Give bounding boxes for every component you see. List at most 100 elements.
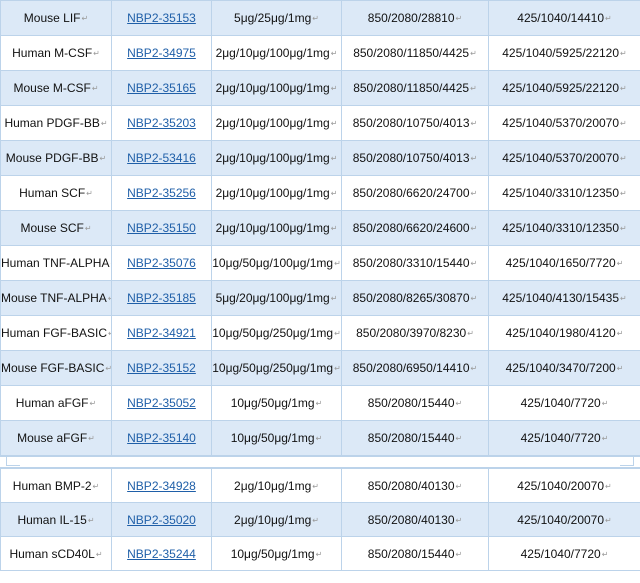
pack-sizes-cell: 5μg/20μg/100μg/1mg↵ (211, 280, 342, 316)
table-row: Human M-CSF↵ NBP2-34975 2μg/10μg/100μg/1mg… (0, 35, 640, 71)
catalog-number-link[interactable]: NBP2-34928 (127, 479, 196, 493)
paragraph-mark-icon: ↵ (99, 154, 107, 163)
discount-price-cell: 425/1040/7720↵ (488, 536, 640, 571)
paragraph-mark-icon: ↵ (620, 294, 627, 303)
catalog-number-link[interactable]: NBP2-35150 (127, 221, 196, 235)
catalog-number-link[interactable]: NBP2-34921 (127, 326, 196, 340)
list-price-cell: 850/2080/28810↵ (341, 0, 489, 36)
table-row: Human TNF-ALPHA↵NBP2-3507610μg/50μg/100μ… (0, 245, 640, 281)
product-name-text: Mouse M-CSF (13, 81, 91, 95)
catalog-number-link[interactable]: NBP2-53416 (127, 151, 196, 165)
list-price-cell: 850/2080/15440↵ (341, 536, 489, 571)
discount-price-cell: 425/1040/20070↵ (488, 468, 640, 503)
list-price-cell: 850/2080/6620/24700↵ (341, 175, 489, 211)
paragraph-mark-icon: ↵ (455, 14, 463, 23)
pack-sizes-cell: 2μg/10μg/100μg/1mg↵ (211, 105, 342, 141)
paragraph-mark-icon: ↵ (312, 515, 319, 525)
list-price-cell: 850/2080/3310/15440↵ (341, 245, 489, 281)
product-name-text: Human FGF-BASIC (1, 326, 108, 340)
list-price-text: 850/2080/40130 (367, 478, 455, 493)
paragraph-mark-icon: ↵ (470, 84, 477, 93)
list-price-text: 850/2080/10750/4013 (352, 116, 470, 130)
paragraph-mark-icon: ↵ (312, 14, 319, 23)
paragraph-mark-icon: ↵ (100, 119, 108, 128)
discount-price-text: 425/1040/1650/7720 (505, 256, 616, 270)
discount-price-text: 425/1040/5370/20070 (502, 116, 620, 130)
discount-price-text: 425/1040/3310/12350 (502, 186, 620, 200)
catalog-number-cell: NBP2-53416 (111, 140, 212, 176)
paragraph-mark-icon: ↵ (455, 434, 463, 443)
product-name-text: Mouse FGF-BASIC (1, 361, 105, 375)
list-price-text: 850/2080/15440 (367, 396, 455, 410)
paragraph-mark-icon: ↵ (334, 259, 341, 268)
paragraph-mark-icon: ↵ (616, 329, 624, 338)
table-row: Mouse aFGF↵ NBP2-35140 10μg/50μg/1mg↵ 850/2… (0, 420, 640, 456)
paragraph-mark-icon: ↵ (330, 49, 338, 58)
catalog-number-cell: NBP2-35076 (111, 245, 212, 281)
catalog-number-link[interactable]: NBP2-35076 (127, 256, 196, 270)
catalog-number-link[interactable]: NBP2-35165 (127, 81, 196, 95)
table-row: Human aFGF↵ NBP2-35052 10μg/50μg/1mg↵ 850/2… (0, 385, 640, 421)
discount-price-cell: 425/1040/3310/12350↵ (488, 175, 640, 211)
discount-price-cell: 425/1040/7720↵ (488, 385, 640, 421)
paragraph-mark-icon: ↵ (330, 154, 338, 163)
catalog-number-link[interactable]: NBP2-34975 (127, 46, 196, 60)
product-name-text: Human M-CSF (12, 46, 93, 60)
paragraph-mark-icon: ↵ (470, 189, 478, 198)
product-name-cell: Human FGF-BASIC↵ (0, 315, 112, 351)
list-price-text: 850/2080/3310/15440 (352, 256, 470, 270)
list-price-text: 850/2080/6620/24700 (352, 186, 470, 200)
pack-sizes-text: 10μg/50μg/1mg (230, 396, 315, 410)
paragraph-mark-icon: ↵ (470, 119, 478, 128)
catalog-number-cell: NBP2-35150 (111, 210, 212, 246)
table-row: Human IL-15↵ NBP2-35020 2μg/10μg/1mg↵ 850/2… (0, 502, 640, 537)
paragraph-mark-icon: ↵ (616, 364, 624, 373)
catalog-number-link[interactable]: NBP2-35152 (127, 361, 196, 375)
discount-price-text: 425/1040/4130/15435 (502, 291, 620, 305)
pack-sizes-text: 5μg/20μg/100μg/1mg (215, 291, 330, 305)
product-name-cell: Human TNF-ALPHA↵ (0, 245, 112, 281)
pack-sizes-text: 10μg/50μg/250μg/1mg (212, 326, 334, 340)
product-name-cell: Human PDGF-BB↵ (0, 105, 112, 141)
list-price-cell: 850/2080/3970/8230↵ (341, 315, 489, 351)
catalog-number-cell: NBP2-35153 (111, 0, 212, 36)
paragraph-mark-icon: ↵ (470, 364, 478, 373)
discount-price-text: 425/1040/3470/7200 (505, 361, 616, 375)
catalog-number-link[interactable]: NBP2-35256 (127, 186, 196, 200)
catalog-number-link[interactable]: NBP2-35052 (127, 396, 196, 410)
catalog-number-cell: NBP2-35256 (111, 175, 212, 211)
paragraph-mark-icon: ↵ (88, 434, 95, 443)
list-price-text: 850/2080/3970/8230 (356, 326, 467, 340)
catalog-number-link[interactable]: NBP2-35020 (127, 513, 196, 527)
discount-price-text: 425/1040/5925/22120 (502, 81, 620, 95)
paragraph-mark-icon: ↵ (108, 329, 110, 338)
list-price-text: 850/2080/6950/14410 (352, 361, 470, 375)
catalog-number-link[interactable]: NBP2-35244 (127, 547, 196, 561)
product-table-bottom: Human BMP-2↵ NBP2-34928 2μg/10μg/1mg↵ 850/2… (0, 468, 640, 571)
product-name-cell: Mouse LIF↵ (0, 0, 112, 36)
catalog-number-link[interactable]: NBP2-35185 (127, 291, 196, 305)
discount-price-cell: 425/1040/14410↵ (488, 0, 640, 36)
paragraph-mark-icon: ↵ (312, 481, 319, 491)
paragraph-mark-icon: ↵ (470, 154, 478, 163)
table-row: Mouse M-CSF↵ NBP2-35165 2μg/10μg/100μg/1mg… (0, 70, 640, 106)
product-name-cell: Mouse aFGF↵ (0, 420, 112, 456)
product-name-cell: Mouse TNF-ALPHA↵ (0, 280, 112, 316)
paragraph-mark-icon: ↵ (455, 399, 463, 408)
discount-price-text: 425/1040/20070 (517, 478, 605, 493)
product-name-text: Human PDGF-BB (4, 116, 100, 130)
discount-price-text: 425/1040/14410 (517, 11, 605, 25)
product-name-cell: Mouse M-CSF↵ (0, 70, 112, 106)
paragraph-mark-icon: ↵ (620, 49, 627, 58)
catalog-number-link[interactable]: NBP2-35203 (127, 116, 196, 130)
pack-sizes-cell: 10μg/50μg/1mg↵ (211, 420, 342, 456)
product-name-text: Human TNF-ALPHA (1, 256, 110, 270)
catalog-number-cell: NBP2-35140 (111, 420, 212, 456)
pack-sizes-text: 10μg/50μg/1mg (230, 546, 315, 561)
product-name-cell: Human SCF↵ (0, 175, 112, 211)
paragraph-mark-icon: ↵ (616, 259, 624, 268)
catalog-number-link[interactable]: NBP2-35153 (127, 11, 196, 25)
catalog-number-cell: NBP2-35052 (111, 385, 212, 421)
catalog-number-link[interactable]: NBP2-35140 (127, 431, 196, 445)
table-row: Mouse TNF-ALPHA↵ NBP2-35185 5μg/20μg/100μg… (0, 280, 640, 316)
